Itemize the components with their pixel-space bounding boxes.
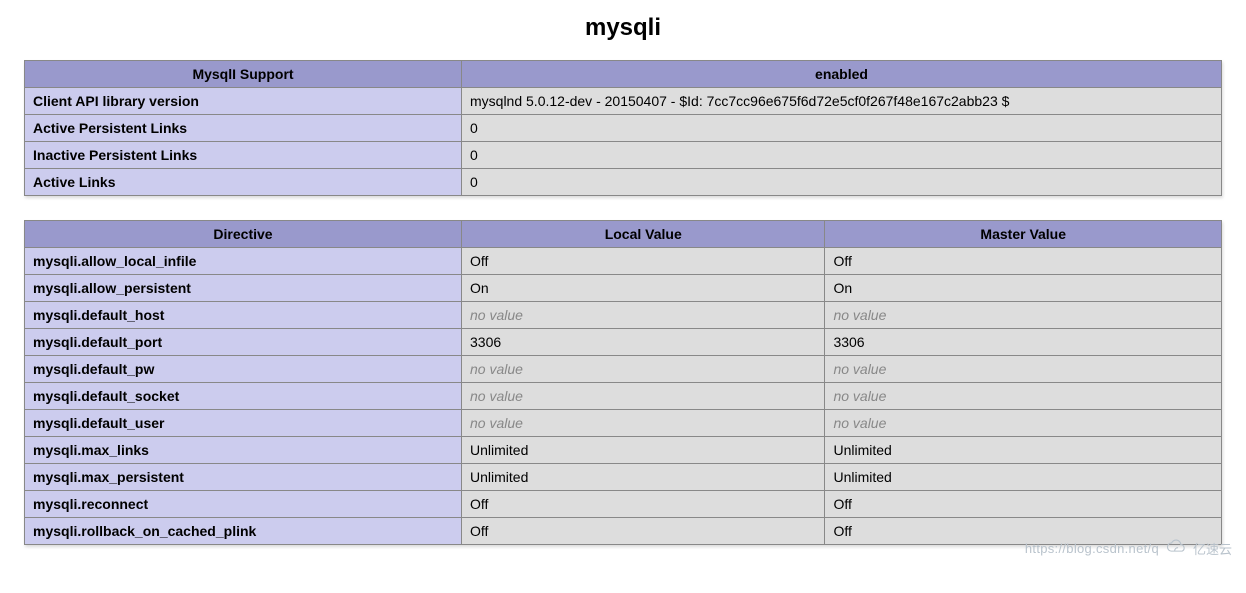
directive-local-value: On (462, 275, 825, 302)
table-row: mysqli.default_port33063306 (25, 329, 1222, 356)
table-row: mysqli.max_linksUnlimitedUnlimited (25, 437, 1222, 464)
info-row-value: 0 (462, 169, 1222, 196)
no-value-text: no value (470, 307, 523, 323)
directive-name: mysqli.reconnect (25, 491, 462, 518)
directive-local-value: Off (462, 491, 825, 518)
directive-master-value: no value (825, 410, 1222, 437)
table-row: Active Persistent Links0 (25, 115, 1222, 142)
dir-header-local: Local Value (462, 221, 825, 248)
table-row: Active Links0 (25, 169, 1222, 196)
table-row: mysqli.allow_persistentOnOn (25, 275, 1222, 302)
info-row-value: 0 (462, 142, 1222, 169)
directive-master-value: no value (825, 383, 1222, 410)
info-row-key: Inactive Persistent Links (25, 142, 462, 169)
table-row: Inactive Persistent Links0 (25, 142, 1222, 169)
directive-local-value: Unlimited (462, 437, 825, 464)
no-value-text: no value (833, 361, 886, 377)
directive-local-value: no value (462, 383, 825, 410)
directive-name: mysqli.default_host (25, 302, 462, 329)
directive-local-value: no value (462, 410, 825, 437)
info-row-key: Active Links (25, 169, 462, 196)
table-row: mysqli.default_socket no value no value (25, 383, 1222, 410)
no-value-text: no value (833, 307, 886, 323)
directive-local-value: 3306 (462, 329, 825, 356)
directive-master-value: no value (825, 302, 1222, 329)
mysqli-directives-table: Directive Local Value Master Value mysql… (24, 220, 1222, 545)
no-value-text: no value (470, 415, 523, 431)
directive-name: mysqli.rollback_on_cached_plink (25, 518, 462, 545)
directive-master-value: Off (825, 518, 1222, 545)
info-row-key: Client API library version (25, 88, 462, 115)
info-row-value: 0 (462, 115, 1222, 142)
mysqli-support-table: MysqlI Support enabled Client API librar… (24, 60, 1222, 196)
directive-name: mysqli.default_user (25, 410, 462, 437)
info-row-value: mysqlnd 5.0.12-dev - 20150407 - $Id: 7cc… (462, 88, 1222, 115)
directive-name: mysqli.default_port (25, 329, 462, 356)
directive-name: mysqli.default_pw (25, 356, 462, 383)
directive-name: mysqli.max_persistent (25, 464, 462, 491)
directive-local-value: Off (462, 248, 825, 275)
directive-master-value: On (825, 275, 1222, 302)
directive-name: mysqli.allow_persistent (25, 275, 462, 302)
table-row: mysqli.default_pw no value no value (25, 356, 1222, 383)
directive-local-value: no value (462, 302, 825, 329)
table-row: Client API library versionmysqlnd 5.0.12… (25, 88, 1222, 115)
no-value-text: no value (833, 415, 886, 431)
section-title: mysqli (24, 14, 1222, 42)
directive-master-value: no value (825, 356, 1222, 383)
dir-header-directive: Directive (25, 221, 462, 248)
directive-local-value: Off (462, 518, 825, 545)
table-row: mysqli.allow_local_infileOffOff (25, 248, 1222, 275)
info-header-enabled: enabled (462, 61, 1222, 88)
no-value-text: no value (470, 361, 523, 377)
directive-master-value: Unlimited (825, 437, 1222, 464)
directive-local-value: Unlimited (462, 464, 825, 491)
directive-name: mysqli.max_links (25, 437, 462, 464)
info-row-key: Active Persistent Links (25, 115, 462, 142)
directive-local-value: no value (462, 356, 825, 383)
directive-name: mysqli.allow_local_infile (25, 248, 462, 275)
dir-header-master: Master Value (825, 221, 1222, 248)
table-row: mysqli.max_persistentUnlimitedUnlimited (25, 464, 1222, 491)
table-row: mysqli.rollback_on_cached_plinkOffOff (25, 518, 1222, 545)
directive-master-value: Off (825, 491, 1222, 518)
table-row: mysqli.default_user no value no value (25, 410, 1222, 437)
directive-master-value: Off (825, 248, 1222, 275)
directive-name: mysqli.default_socket (25, 383, 462, 410)
table-row: mysqli.default_host no value no value (25, 302, 1222, 329)
table-row: mysqli.reconnectOffOff (25, 491, 1222, 518)
directive-master-value: Unlimited (825, 464, 1222, 491)
no-value-text: no value (470, 388, 523, 404)
no-value-text: no value (833, 388, 886, 404)
directive-master-value: 3306 (825, 329, 1222, 356)
info-header-support: MysqlI Support (25, 61, 462, 88)
